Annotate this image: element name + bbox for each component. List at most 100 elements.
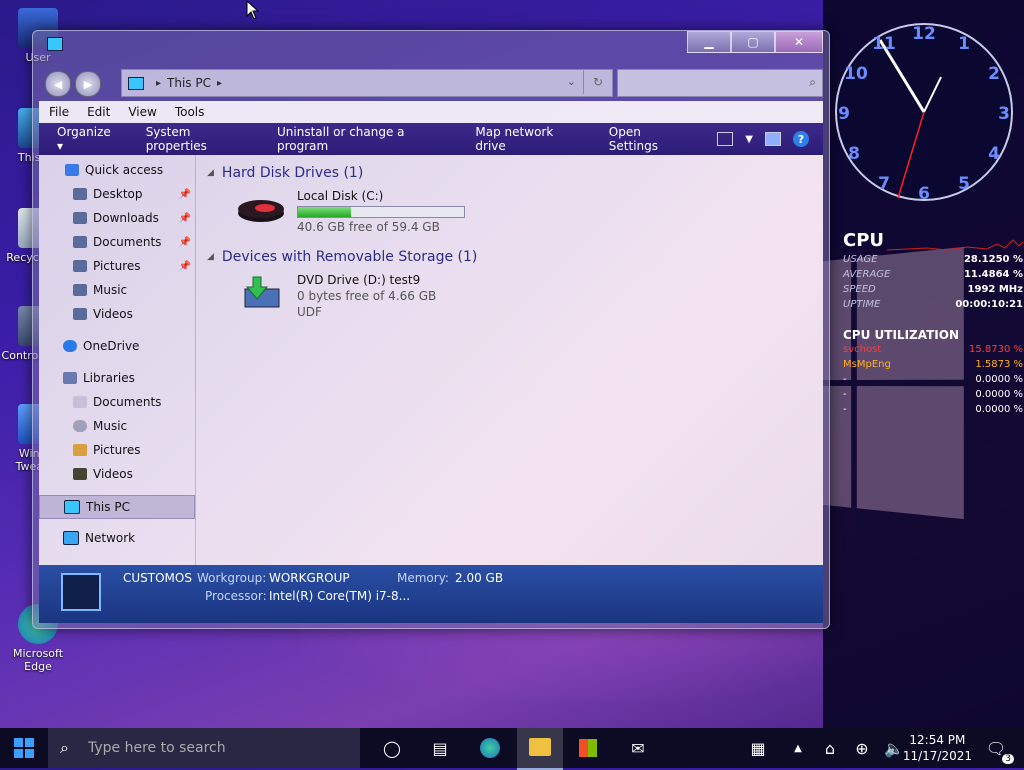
drive-d[interactable]: DVD Drive (D:) test9 0 bytes free of 4.6… (235, 273, 436, 319)
process-row: - 0.0000 % (843, 389, 1023, 400)
network-icon (63, 531, 79, 545)
address-bar[interactable]: ▸ This PC ▸ ⌄ ↻ (121, 69, 613, 97)
action-center-button[interactable]: 🗨 3 (984, 736, 1014, 764)
view-options-chevron-icon[interactable]: ▼ (745, 134, 753, 145)
nav-label: Documents (93, 395, 162, 409)
change-view-icon[interactable] (717, 132, 734, 146)
system-properties-button[interactable]: System properties (146, 125, 247, 153)
taskbar-explorer-button[interactable] (517, 728, 563, 770)
stat-key: UPTIME (843, 299, 881, 310)
pin-icon: 📌 (178, 260, 191, 272)
memory-label: Memory: (397, 571, 449, 585)
clock-numeral: 1 (958, 34, 970, 54)
nav-music[interactable]: Music (39, 279, 195, 301)
minimize-button[interactable]: ▁ (687, 31, 731, 53)
stat-key: SPEED (843, 284, 876, 295)
notification-count: 3 (1002, 754, 1014, 764)
menu-file[interactable]: File (49, 105, 69, 119)
help-button[interactable]: ? (793, 131, 809, 147)
maximize-button[interactable]: ▢ (731, 31, 775, 53)
nav-libraries[interactable]: Libraries (39, 367, 195, 389)
nav-documents[interactable]: Documents 📌 (39, 231, 195, 253)
uninstall-program-button[interactable]: Uninstall or change a program (277, 125, 445, 153)
meet-now-button[interactable]: ⌂ (818, 736, 842, 760)
command-bar: Organize ▾ System properties Uninstall o… (39, 123, 823, 155)
taskbar-search-box[interactable]: ⌕ Type here to search (48, 728, 360, 768)
nav-lib-pictures[interactable]: Pictures (39, 439, 195, 461)
task-view-button[interactable]: ▤ (428, 736, 452, 760)
nav-lib-music[interactable]: Music (39, 415, 195, 437)
nav-lib-videos[interactable]: Videos (39, 463, 195, 485)
store-bag-icon (579, 739, 597, 757)
clock-numeral: 8 (848, 144, 860, 164)
nav-network[interactable]: Network (39, 527, 195, 549)
search-box[interactable]: ⌕ (617, 69, 823, 97)
mail-envelope-icon: ✉ (631, 738, 645, 758)
stat-value: 00:00:10:21 (955, 299, 1023, 310)
nav-lib-documents[interactable]: Documents (39, 391, 195, 413)
pictures-folder-icon (73, 260, 87, 272)
nav-onedrive[interactable]: OneDrive (39, 335, 195, 357)
cloud-icon (63, 340, 77, 352)
taskbar-mail-button[interactable]: ✉ (626, 736, 650, 760)
process-name: MsMpEng (843, 359, 891, 370)
camera-icon: ⌂ (824, 738, 836, 758)
show-hidden-icons-button[interactable]: ▲ (786, 736, 810, 760)
clock-numeral: 11 (872, 34, 896, 54)
taskbar-clock[interactable]: 12:54 PM 11/17/2021 (903, 732, 972, 764)
close-button[interactable]: ✕ (775, 31, 823, 53)
explorer-window[interactable]: ▁ ▢ ✕ ◀ ▶ ▸ This PC ▸ ⌄ ↻ ⌕ File Edit Vi… (32, 30, 830, 629)
chevron-up-icon: ▲ (794, 742, 802, 754)
nav-this-pc[interactable]: This PC (39, 495, 195, 519)
drive-name: DVD Drive (D:) test9 (297, 273, 421, 287)
title-bar[interactable]: ▁ ▢ ✕ (33, 31, 829, 67)
forward-button[interactable]: ▶ (75, 71, 101, 97)
nav-label: Pictures (93, 443, 141, 457)
stat-value: 1992 MHz (967, 284, 1023, 295)
drive-c[interactable]: Local Disk (C:) 40.6 GB free of 59.4 GB (235, 189, 465, 234)
nav-quick-access[interactable]: Quick access (39, 159, 195, 181)
speaker-icon: 🔈 (884, 738, 904, 758)
keyboard-icon: ▦ (750, 738, 766, 758)
videos-folder-icon (73, 308, 87, 320)
nav-downloads[interactable]: Downloads 📌 (39, 207, 195, 229)
cpu-stat-uptime: UPTIME 00:00:10:21 (843, 299, 1023, 310)
nav-videos[interactable]: Videos (39, 303, 195, 325)
taskbar-date: 11/17/2021 (902, 749, 972, 763)
taskbar-edge-button[interactable] (478, 736, 502, 760)
tablet-mode-button[interactable]: ▦ (746, 736, 770, 760)
start-button[interactable] (12, 736, 36, 760)
menu-view[interactable]: View (128, 105, 156, 119)
cortana-button[interactable]: ◯ (380, 736, 404, 760)
menu-tools[interactable]: Tools (175, 105, 205, 119)
process-name: - (843, 374, 847, 385)
star-icon (65, 164, 79, 176)
pin-icon: 📌 (178, 188, 191, 200)
process-value: 15.8730 % (968, 344, 1023, 355)
group-hard-disk-drives[interactable]: ◢ Hard Disk Drives (1) (207, 163, 363, 183)
taskbar-search-placeholder: Type here to search (88, 740, 226, 756)
stat-value: 11.4864 % (963, 269, 1023, 280)
organize-button[interactable]: Organize ▾ (57, 125, 116, 153)
cpu-utilization-title: CPU UTILIZATION (843, 328, 959, 342)
analog-clock-widget: 12 1 2 3 4 5 6 7 8 9 10 11 (834, 22, 1014, 204)
network-tray-button[interactable]: ⊕ (850, 736, 874, 760)
group-removable-storage[interactable]: ◢ Devices with Removable Storage (1) (207, 247, 477, 267)
refresh-button[interactable]: ↻ (583, 70, 612, 94)
open-settings-button[interactable]: Open Settings (609, 125, 688, 153)
map-network-drive-button[interactable]: Map network drive (475, 125, 578, 153)
menu-edit[interactable]: Edit (87, 105, 110, 119)
nav-desktop[interactable]: Desktop 📌 (39, 183, 195, 205)
taskbar-store-button[interactable] (576, 736, 600, 760)
clock-numeral: 4 (988, 144, 1000, 164)
details-pane: CUSTOMOS Workgroup: WORKGROUP Memory: 2.… (39, 565, 823, 623)
breadcrumb-this-pc[interactable]: This PC (167, 76, 211, 90)
preview-pane-icon[interactable] (765, 132, 781, 146)
this-pc-icon (128, 76, 144, 90)
forward-arrow-icon: ▶ (83, 77, 93, 91)
address-history-chevron-icon[interactable]: ⌄ (567, 75, 576, 88)
nav-pictures[interactable]: Pictures 📌 (39, 255, 195, 277)
back-button[interactable]: ◀ (45, 71, 71, 97)
drive-filesystem: UDF (297, 305, 322, 319)
nav-label: Documents (93, 235, 162, 249)
